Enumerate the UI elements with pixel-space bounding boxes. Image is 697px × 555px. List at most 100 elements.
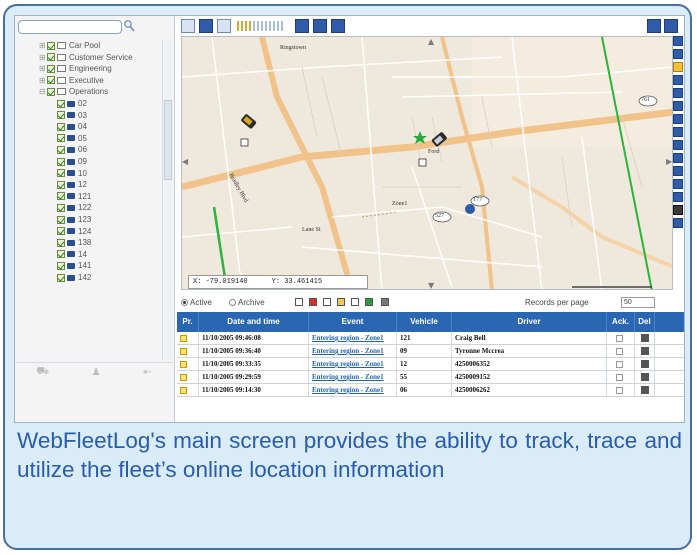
tool-icon[interactable] <box>673 166 683 176</box>
tree-vehicle[interactable]: 123 <box>57 214 91 225</box>
tool-icon[interactable] <box>673 205 683 215</box>
zoom-out-button[interactable] <box>217 19 231 33</box>
priority-low-icon[interactable] <box>365 298 373 306</box>
tool-icon[interactable] <box>673 49 683 59</box>
tree-group[interactable]: ⊟ Operations <box>39 86 108 97</box>
records-per-page-select[interactable]: 50 <box>621 297 655 308</box>
search-icon[interactable] <box>123 19 135 33</box>
tree-vehicle[interactable]: 142 <box>57 272 91 283</box>
delete-icon[interactable] <box>641 373 649 381</box>
tool-icon[interactable] <box>673 127 683 137</box>
ack-checkbox[interactable] <box>616 335 623 342</box>
zoom-in-button[interactable] <box>295 19 309 33</box>
pan-left-icon[interactable]: ◀ <box>182 157 188 166</box>
priority-high-icon[interactable] <box>309 298 317 306</box>
event-link[interactable]: Entering region - Zone1 <box>309 345 397 357</box>
tool-icon[interactable] <box>673 114 683 124</box>
checkbox[interactable] <box>47 53 55 62</box>
checkbox[interactable] <box>57 227 65 236</box>
zoom-slider[interactable] <box>237 21 283 31</box>
filter-apply-icon[interactable] <box>381 298 389 306</box>
table-row[interactable]: 11/10/2005 09:33:35 Entering region - Zon… <box>177 358 684 371</box>
tool-icon[interactable] <box>673 179 683 189</box>
tool-icon[interactable] <box>673 75 683 85</box>
delete-icon[interactable] <box>641 386 649 394</box>
expand-icon[interactable]: ⊞ <box>39 40 47 51</box>
event-link[interactable]: Entering region - Zone1 <box>309 371 397 383</box>
ack-checkbox[interactable] <box>616 348 623 355</box>
column-header[interactable]: Date and time <box>199 312 309 332</box>
checkbox[interactable] <box>47 76 55 85</box>
active-radio[interactable]: Active <box>181 298 212 307</box>
layers-button[interactable] <box>664 19 678 33</box>
tree-vehicle[interactable]: 03 <box>57 110 87 121</box>
tree-group[interactable]: ⊞ Customer Service <box>39 52 133 63</box>
tree-vehicle[interactable]: 121 <box>57 191 91 202</box>
event-link[interactable]: Entering region - Zone1 <box>309 384 397 396</box>
expand-icon[interactable]: ⊞ <box>39 63 47 74</box>
column-header[interactable]: Ack. <box>607 312 635 332</box>
checkbox[interactable] <box>57 238 65 247</box>
delete-icon[interactable] <box>641 360 649 368</box>
checkbox[interactable] <box>57 169 65 178</box>
person-icon[interactable]: ♟ <box>92 367 101 378</box>
checkbox[interactable] <box>57 203 65 212</box>
tree-vehicle[interactable]: 124 <box>57 226 91 237</box>
tree-vehicle[interactable]: 122 <box>57 202 91 213</box>
tree-vehicle[interactable]: 02 <box>57 98 87 109</box>
tool-icon[interactable] <box>673 62 683 72</box>
car-icon[interactable]: ⛟ <box>36 366 49 379</box>
arrow-icon[interactable]: ⇤ <box>143 367 151 378</box>
pan-right-icon[interactable]: ▶ <box>666 157 672 166</box>
tree-vehicle[interactable]: 141 <box>57 260 91 271</box>
column-header[interactable]: Vehicle <box>397 312 452 332</box>
checkbox[interactable] <box>57 134 65 143</box>
column-header[interactable]: Del <box>635 312 655 332</box>
checkbox[interactable] <box>57 99 65 108</box>
tool-icon[interactable] <box>673 140 683 150</box>
checkbox[interactable] <box>57 111 65 120</box>
checkbox[interactable] <box>57 215 65 224</box>
checkbox[interactable] <box>57 250 65 259</box>
vehicle-tool-button[interactable] <box>199 19 213 33</box>
checkbox[interactable] <box>57 145 65 154</box>
scroll-thumb[interactable] <box>164 100 172 180</box>
ack-checkbox[interactable] <box>616 374 623 381</box>
expand-icon[interactable]: ⊞ <box>39 75 47 86</box>
tool-icon[interactable] <box>673 218 683 228</box>
map-view[interactable]: Ringstown Zone1 Bradley Blvd Lane St For… <box>181 36 673 290</box>
checkbox[interactable] <box>57 261 65 270</box>
table-row[interactable]: 11/10/2005 09:46:08 Entering region - Zon… <box>177 332 684 345</box>
tree-vehicle[interactable]: 10 <box>57 168 87 179</box>
vehicle-marker[interactable] <box>240 113 257 147</box>
tree-vehicle[interactable]: 14 <box>57 249 87 260</box>
tree-vehicle[interactable]: 09 <box>57 156 87 167</box>
checkbox[interactable] <box>57 122 65 131</box>
priority-mid-icon[interactable] <box>337 298 345 306</box>
expand-icon[interactable]: ⊞ <box>39 52 47 63</box>
tree-group[interactable]: ⊞ Executive <box>39 75 104 86</box>
tree-vehicle[interactable]: 12 <box>57 179 87 190</box>
tree-scrollbar[interactable] <box>162 40 172 360</box>
table-row[interactable]: 11/10/2005 09:36:40 Entering region - Zon… <box>177 345 684 358</box>
tool-icon[interactable] <box>673 36 683 46</box>
column-header[interactable]: Event <box>309 312 397 332</box>
grid-tool-button[interactable] <box>181 19 195 33</box>
delete-icon[interactable] <box>641 347 649 355</box>
tree-vehicle[interactable]: 06 <box>57 144 87 155</box>
event-link[interactable]: Entering region - Zone1 <box>309 332 397 344</box>
table-row[interactable]: 11/10/2005 09:29:59 Entering region - Zon… <box>177 371 684 384</box>
checkbox[interactable] <box>47 41 55 50</box>
tree-group[interactable]: ⊞ Engineering <box>39 63 112 74</box>
tree-vehicle[interactable]: 05 <box>57 133 87 144</box>
tool-icon[interactable] <box>673 88 683 98</box>
filter-checkbox[interactable] <box>295 298 303 306</box>
tool-icon[interactable] <box>673 153 683 163</box>
tool-icon[interactable] <box>673 101 683 111</box>
checkbox[interactable] <box>57 273 65 282</box>
pan-down-icon[interactable]: ▼ <box>428 281 434 289</box>
tree-vehicle[interactable]: 04 <box>57 121 87 132</box>
column-header[interactable]: Driver <box>452 312 607 332</box>
select-tool-button[interactable] <box>331 19 345 33</box>
pan-tool-button[interactable] <box>313 19 327 33</box>
